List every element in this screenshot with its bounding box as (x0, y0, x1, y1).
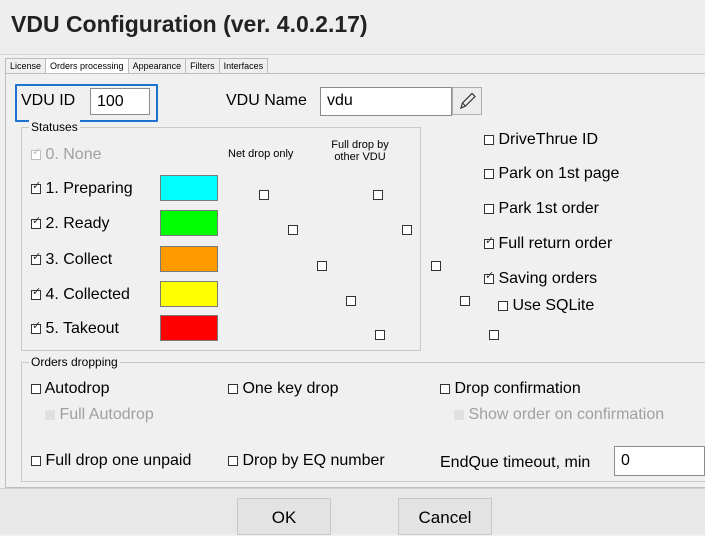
status-collected-full-drop-checkbox[interactable] (460, 295, 471, 306)
option-drivethru[interactable]: DriveThrue ID (484, 131, 598, 149)
status-collect-checkbox[interactable]: ✓ (31, 251, 41, 265)
option-one-key-drop[interactable]: One key drop (228, 380, 339, 398)
full-autodrop-label: Full Autodrop (59, 406, 154, 423)
option-drop-by-eq[interactable]: Drop by EQ number (228, 452, 385, 470)
show-order-confirmation-label: Show order on confirmation (468, 406, 665, 423)
option-full-return[interactable]: ✓ Full return order (484, 235, 612, 253)
vdu-name-input[interactable]: vdu (320, 87, 452, 116)
status-ready-color[interactable] (160, 210, 218, 236)
status-preparing-checkbox[interactable]: ✓ (31, 180, 41, 194)
ok-button[interactable]: OK (237, 498, 331, 535)
status-preparing-label: 1. Preparing (45, 180, 133, 197)
use-sqlite-checkbox[interactable] (498, 300, 508, 311)
drop-by-eq-label: Drop by EQ number (242, 452, 385, 469)
vdu-name-label: VDU Name (226, 92, 307, 109)
cancel-button[interactable]: Cancel (398, 498, 492, 535)
full-drop-header: Full drop by other VDU (331, 139, 389, 163)
park-first-page-label: Park on 1st page (498, 165, 620, 182)
status-collect-color[interactable] (160, 246, 218, 272)
option-full-autodrop: Full Autodrop (45, 406, 154, 424)
option-use-sqlite[interactable]: Use SQLite (498, 297, 594, 315)
status-preparing-color[interactable] (160, 175, 218, 201)
status-ready-checkbox[interactable]: ✓ (31, 215, 41, 229)
status-none-checkbox: ✓ (31, 145, 42, 160)
full-drop-unpaid-label: Full drop one unpaid (45, 452, 192, 469)
drop-by-eq-checkbox[interactable] (228, 455, 238, 466)
park-first-order-checkbox[interactable] (484, 203, 494, 214)
tab-appearance[interactable]: Appearance (127, 58, 187, 73)
full-return-checkbox[interactable]: ✓ (484, 235, 494, 249)
status-ready-full-drop-checkbox[interactable] (402, 224, 413, 235)
option-drop-confirmation[interactable]: Drop confirmation (440, 380, 581, 398)
full-return-label: Full return order (498, 235, 613, 252)
status-takeout-label: 5. Takeout (45, 320, 119, 337)
status-collect-full-drop-checkbox[interactable] (431, 260, 442, 271)
edit-name-button[interactable] (452, 87, 482, 115)
button-bar (0, 488, 705, 534)
tab-interfaces[interactable]: Interfaces (218, 58, 269, 73)
drivethru-label: DriveThrue ID (498, 131, 599, 148)
option-autodrop[interactable]: Autodrop (31, 380, 110, 398)
show-order-confirmation-checkbox (454, 409, 464, 420)
use-sqlite-label: Use SQLite (512, 297, 595, 314)
status-collected-color[interactable] (160, 281, 218, 307)
status-collect-label: 3. Collect (45, 251, 113, 268)
status-collect-net-drop-checkbox[interactable] (316, 260, 327, 271)
status-row-ready: ✓ 2. Ready (31, 215, 110, 233)
status-preparing-net-drop-checkbox[interactable] (259, 189, 269, 200)
option-park-first-order[interactable]: Park 1st order (484, 200, 599, 218)
option-show-order-confirmation: Show order on confirmation (454, 406, 664, 424)
status-row-none: ✓ 0. None (31, 146, 102, 164)
option-saving-orders[interactable]: ✓ Saving orders (484, 270, 597, 288)
net-drop-header: Net drop only (228, 148, 294, 160)
status-takeout-checkbox[interactable]: ✓ (31, 320, 41, 334)
tab-strip: License Orders processing Appearance Fil… (5, 58, 269, 74)
park-first-page-checkbox[interactable] (484, 168, 494, 179)
status-preparing-full-drop-checkbox[interactable] (373, 189, 384, 200)
saving-orders-label: Saving orders (498, 270, 598, 287)
dialog-window: VDU Configuration (ver. 4.0.2.17) Licens… (0, 0, 705, 535)
one-key-drop-checkbox[interactable] (228, 383, 238, 394)
status-takeout-color[interactable] (160, 315, 218, 341)
full-autodrop-checkbox (45, 409, 55, 420)
status-row-preparing: ✓ 1. Preparing (31, 180, 133, 198)
pencil-icon (460, 92, 476, 110)
vdu-id-input[interactable]: 100 (90, 88, 150, 115)
drivethru-checkbox[interactable] (484, 134, 494, 145)
endque-timeout-input[interactable]: 0 (614, 446, 705, 476)
status-ready-net-drop-checkbox[interactable] (287, 224, 298, 235)
status-none-label: 0. None (45, 146, 102, 163)
status-takeout-net-drop-checkbox[interactable] (374, 329, 385, 340)
title-bar: VDU Configuration (ver. 4.0.2.17) (0, 0, 705, 55)
status-row-collect: ✓ 3. Collect (31, 251, 112, 269)
saving-orders-checkbox[interactable]: ✓ (484, 270, 494, 284)
statuses-legend: Statuses (29, 120, 80, 134)
option-full-drop-unpaid[interactable]: Full drop one unpaid (31, 452, 191, 470)
autodrop-checkbox[interactable] (31, 383, 41, 394)
option-park-first-page[interactable]: Park on 1st page (484, 165, 619, 183)
status-row-takeout: ✓ 5. Takeout (31, 320, 119, 338)
status-collected-label: 4. Collected (45, 286, 130, 303)
one-key-drop-label: One key drop (242, 380, 339, 397)
status-ready-label: 2. Ready (45, 215, 110, 232)
drop-confirmation-label: Drop confirmation (454, 380, 581, 397)
orders-dropping-legend: Orders dropping (29, 355, 120, 369)
endque-timeout-label: EndQue timeout, min (440, 454, 591, 471)
status-takeout-full-drop-checkbox[interactable] (489, 329, 500, 340)
drop-confirmation-checkbox[interactable] (440, 383, 450, 394)
status-row-collected: ✓ 4. Collected (31, 286, 130, 304)
full-drop-unpaid-checkbox[interactable] (31, 455, 41, 466)
tab-orders-processing[interactable]: Orders processing (45, 58, 129, 74)
vdu-id-label: VDU ID (21, 92, 76, 109)
park-first-order-label: Park 1st order (498, 200, 599, 217)
autodrop-label: Autodrop (44, 380, 110, 397)
status-collected-net-drop-checkbox[interactable] (345, 295, 356, 306)
tab-filters[interactable]: Filters (185, 58, 220, 73)
tab-license[interactable]: License (5, 58, 47, 73)
status-collected-checkbox[interactable]: ✓ (31, 286, 41, 300)
window-title: VDU Configuration (ver. 4.0.2.17) (11, 11, 368, 37)
